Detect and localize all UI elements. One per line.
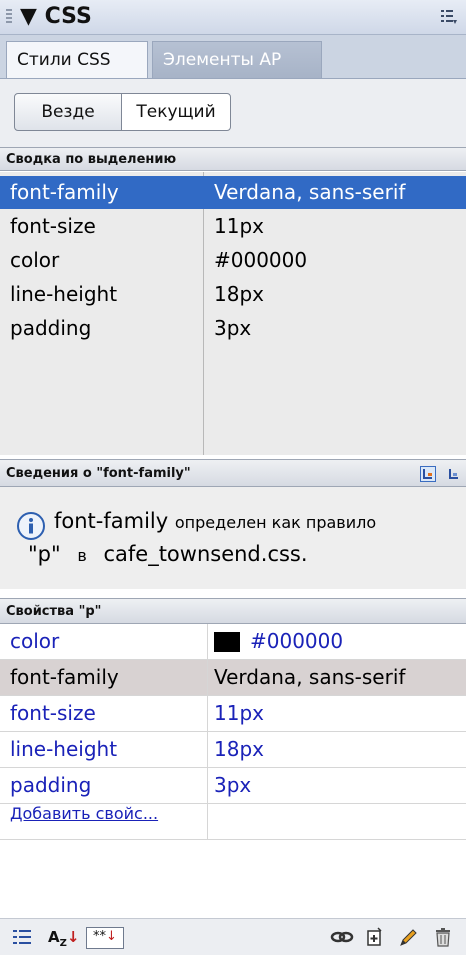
edit-style-icon[interactable] xyxy=(398,927,420,947)
summary-prop: color xyxy=(10,248,60,272)
property-row[interactable]: font-family Verdana, sans-serif xyxy=(0,660,466,696)
summary-row[interactable]: font-size 11px xyxy=(0,210,466,243)
bottom-toolbar: AZ↓ **↓ xyxy=(0,918,466,955)
column-divider xyxy=(207,804,208,840)
info-icon xyxy=(17,512,45,540)
summary-row[interactable]: line-height 18px xyxy=(0,278,466,311)
summary-prop: line-height xyxy=(10,282,118,306)
info-file-link[interactable]: cafe_townsend.css. xyxy=(103,542,307,566)
summary-row[interactable]: color #000000 xyxy=(0,244,466,277)
property-name: color xyxy=(10,629,60,653)
new-css-rule-icon[interactable] xyxy=(364,927,386,947)
properties-list: color #000000 font-family Verdana, sans-… xyxy=(0,624,466,862)
column-divider xyxy=(207,768,208,804)
show-info-icon[interactable] xyxy=(446,466,462,482)
summary-list: font-family Verdana, sans-serif font-siz… xyxy=(0,172,466,455)
all-mode-button[interactable]: Везде xyxy=(14,93,122,131)
property-value[interactable]: Verdana, sans-serif xyxy=(214,660,405,694)
panel-title[interactable]: ▼ CSS xyxy=(20,4,92,29)
tab-css-styles[interactable]: Стили CSS xyxy=(6,41,148,78)
property-value[interactable]: 18px xyxy=(214,732,264,766)
summary-prop: padding xyxy=(10,316,92,340)
properties-heading: Свойства "p" xyxy=(0,598,466,624)
column-divider xyxy=(207,696,208,732)
alphabetical-view-icon[interactable]: AZ↓ xyxy=(48,927,79,949)
panel-title-label: CSS xyxy=(44,4,92,29)
set-properties-view-icon[interactable]: **↓ xyxy=(86,927,124,949)
property-row[interactable]: line-height 18px xyxy=(0,732,466,768)
property-row[interactable]: font-size 11px xyxy=(0,696,466,732)
tab-ap-elements[interactable]: Элементы AP xyxy=(152,41,322,78)
summary-heading: Сводка по выделению xyxy=(0,147,466,171)
property-row[interactable]: padding 3px xyxy=(0,768,466,804)
summary-value: 18px xyxy=(214,282,264,306)
current-mode-button[interactable]: Текущий xyxy=(121,93,231,131)
info-panel: font-family определен как правило "p" в … xyxy=(0,487,466,589)
category-view-icon[interactable] xyxy=(12,927,34,947)
property-row[interactable]: color #000000 xyxy=(0,624,466,660)
info-text-line1: font-family определен как правило xyxy=(54,509,376,533)
property-name: font-family xyxy=(10,665,119,689)
summary-value: 11px xyxy=(214,214,264,238)
column-divider xyxy=(207,732,208,768)
summary-value: 3px xyxy=(214,316,252,340)
attach-stylesheet-icon[interactable] xyxy=(330,927,354,947)
summary-row[interactable]: padding 3px xyxy=(0,312,466,345)
summary-value: Verdana, sans-serif xyxy=(214,180,406,204)
property-value[interactable]: 11px xyxy=(214,696,264,730)
info-in-text: в xyxy=(77,546,87,565)
show-cascade-icon[interactable] xyxy=(420,466,436,482)
delete-rule-icon[interactable] xyxy=(432,927,454,947)
color-swatch[interactable] xyxy=(214,632,240,652)
summary-row[interactable]: font-family Verdana, sans-serif xyxy=(0,176,466,209)
drag-grip-icon[interactable] xyxy=(6,9,12,25)
panel-titlebar: ▼ CSS xyxy=(0,0,466,35)
property-name: padding xyxy=(10,773,92,797)
column-divider xyxy=(207,660,208,696)
info-heading-label: Сведения о "font-family" xyxy=(6,466,191,481)
column-divider xyxy=(207,624,208,660)
add-property-link[interactable]: Добавить свойс... xyxy=(10,804,158,823)
panel-options-icon[interactable] xyxy=(440,8,458,26)
mode-toggle-bar: Везде Текущий xyxy=(0,79,466,148)
summary-prop: font-size xyxy=(10,214,96,238)
info-text-line2: "p" в cafe_townsend.css. xyxy=(28,542,308,566)
info-prop-name: font-family xyxy=(54,509,169,533)
property-value[interactable]: #000000 xyxy=(250,624,343,658)
property-name: line-height xyxy=(10,737,118,761)
summary-value: #000000 xyxy=(214,248,308,272)
tab-bar: Стили CSS Элементы AP xyxy=(0,35,466,79)
info-heading: Сведения о "font-family" xyxy=(0,459,466,487)
info-rule-name[interactable]: "p" xyxy=(28,542,61,566)
summary-prop: font-family xyxy=(10,180,119,204)
property-value[interactable]: 3px xyxy=(214,768,251,802)
info-defined-text: определен как правило xyxy=(174,513,377,532)
property-name: font-size xyxy=(10,701,96,725)
